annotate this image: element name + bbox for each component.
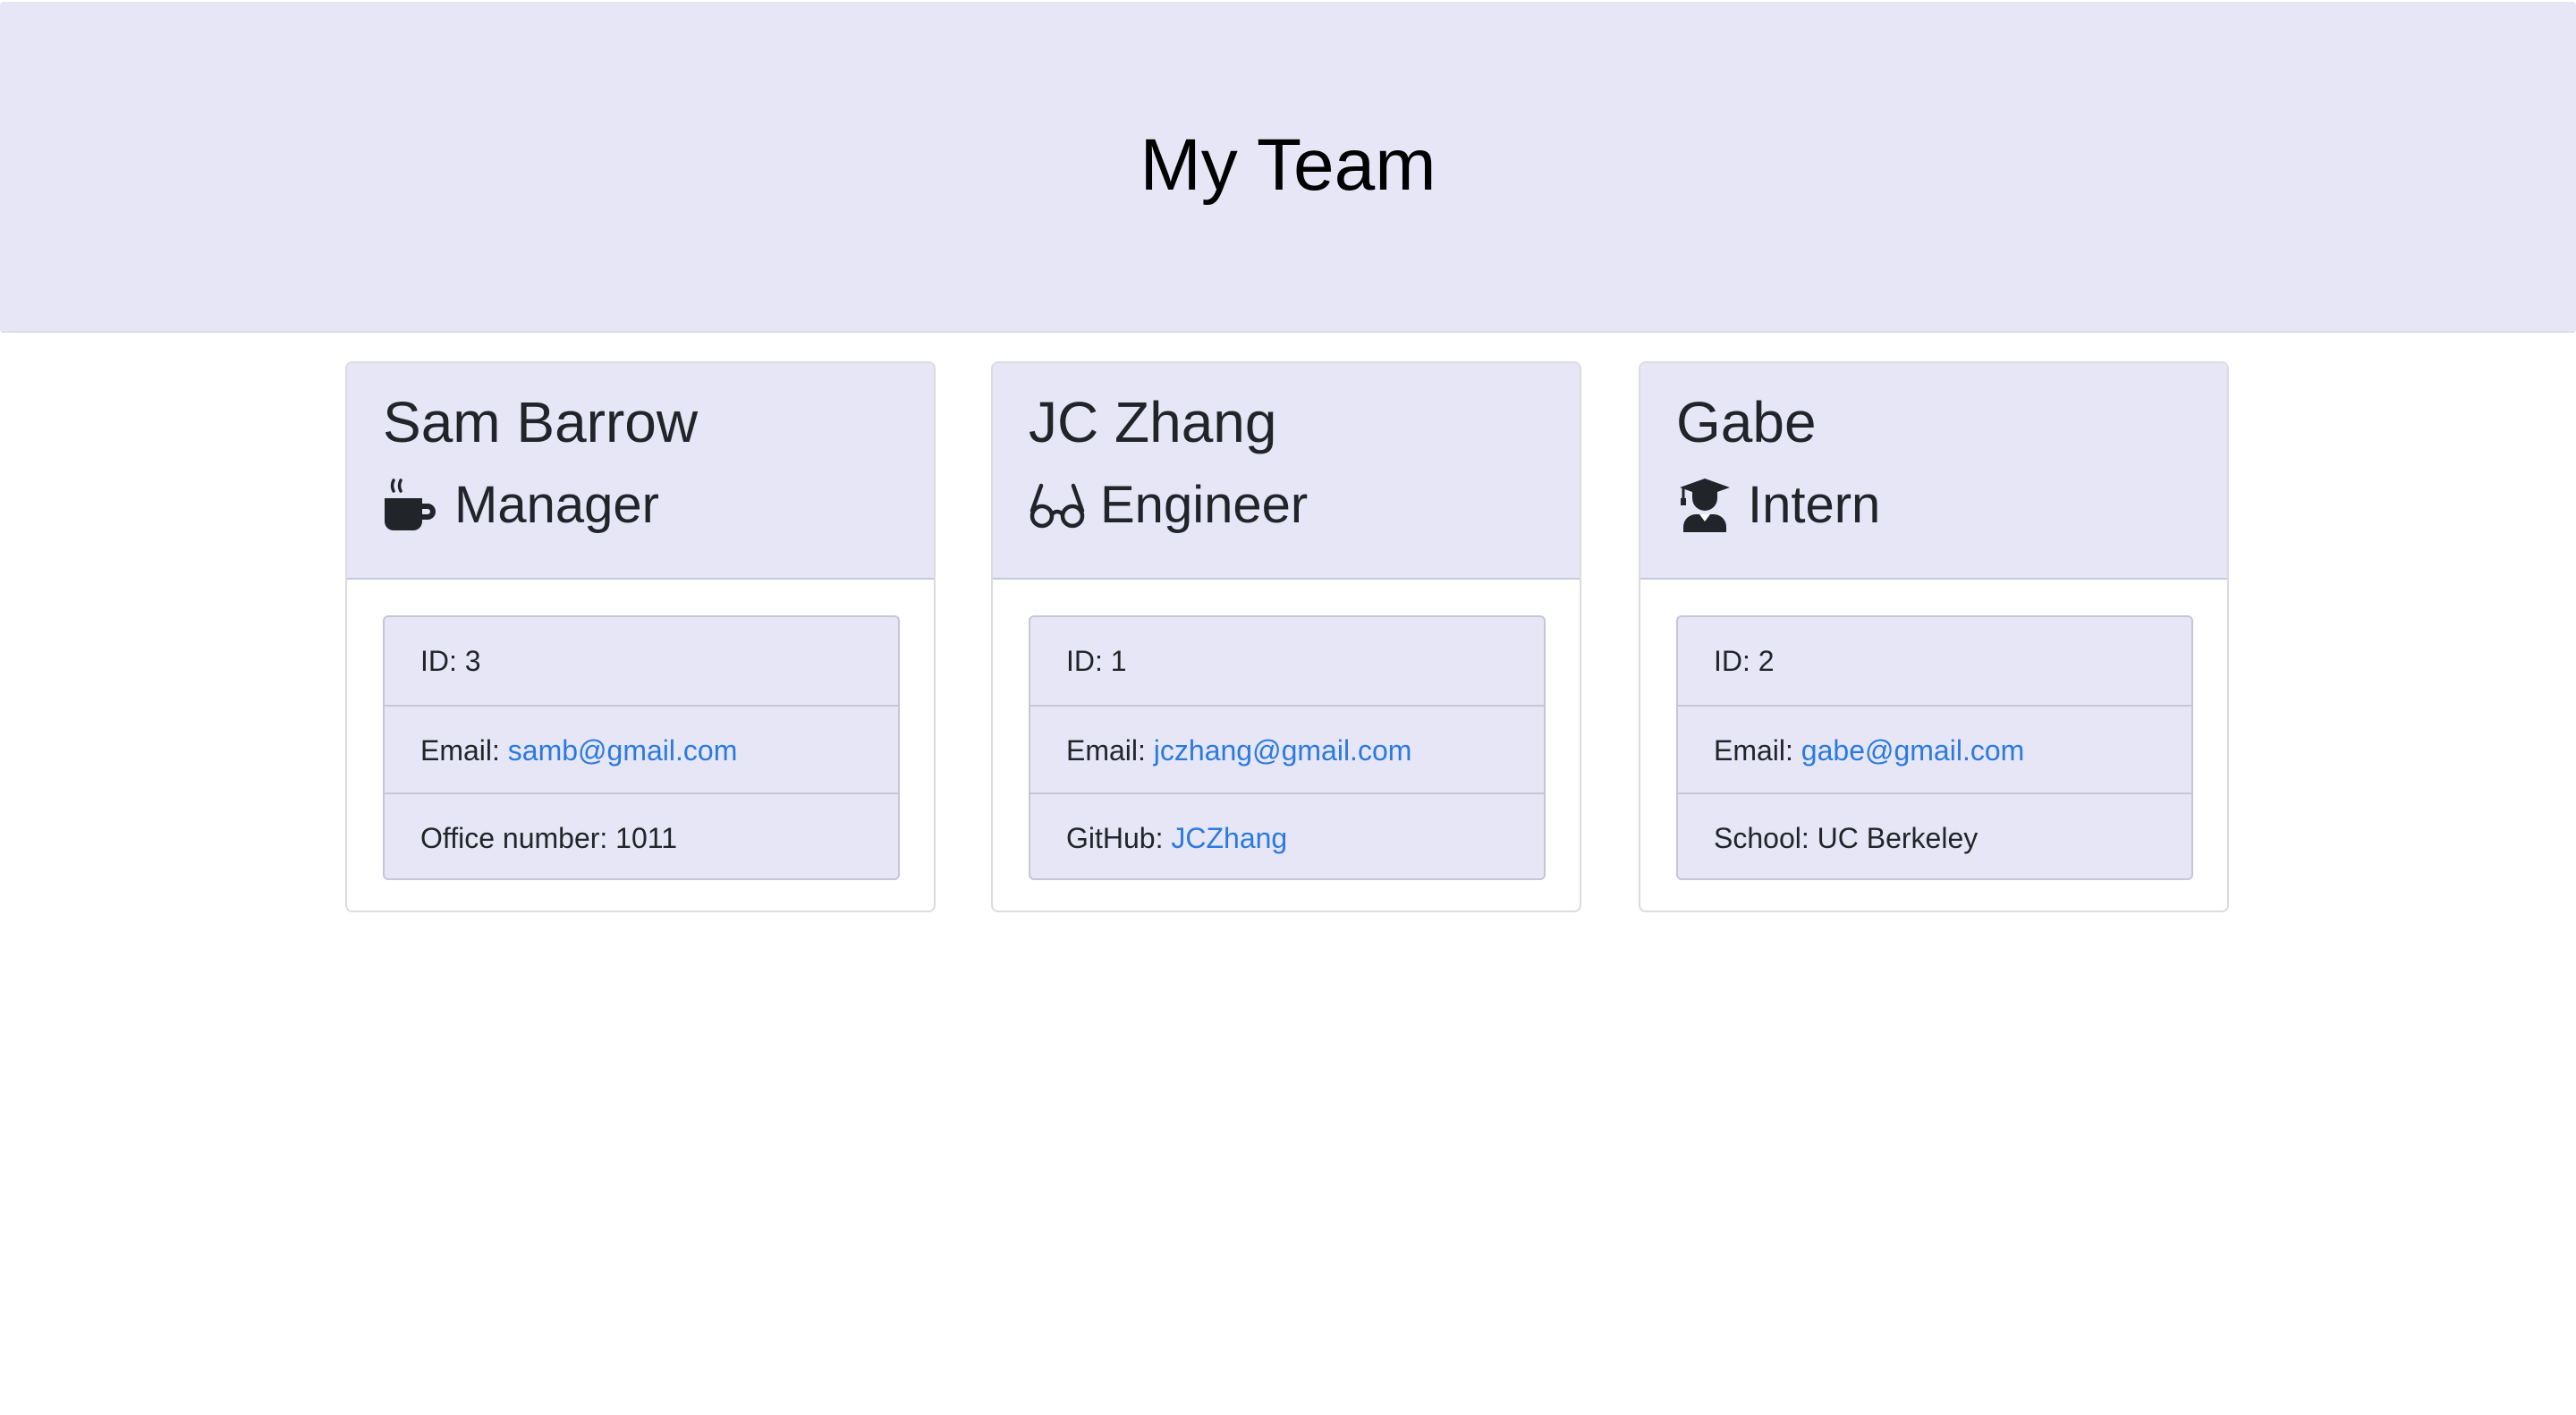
employee-name: Sam Barrow bbox=[383, 390, 699, 454]
coffee-mug-icon bbox=[383, 477, 440, 534]
role-label: Intern bbox=[1748, 476, 1881, 534]
employee-card-manager: Sam Barrow Manager ID: 3 Email: samb@gma… bbox=[345, 361, 936, 912]
list-item-email: Email: gabe@gmail.com bbox=[1678, 705, 2191, 792]
email-link[interactable]: gabe@gmail.com bbox=[1801, 734, 2024, 767]
id-label: ID: bbox=[1066, 645, 1103, 677]
school-label: School: bbox=[1714, 822, 1809, 854]
employee-role: Engineer bbox=[1029, 472, 1308, 538]
role-label: Manager bbox=[454, 476, 659, 534]
employee-name: JC Zhang bbox=[1029, 390, 1277, 454]
header-banner: My Team bbox=[0, 2, 2576, 333]
info-list: ID: 3 Email: samb@gmail.com Office numbe… bbox=[383, 615, 900, 880]
id-label: ID: bbox=[420, 645, 457, 677]
employee-name: Gabe bbox=[1676, 390, 1817, 454]
id-value: 1 bbox=[1110, 645, 1127, 677]
list-item-id: ID: 1 bbox=[1030, 617, 1544, 705]
id-value: 2 bbox=[1758, 645, 1775, 677]
glasses-icon bbox=[1029, 477, 1086, 534]
email-link[interactable]: samb@gmail.com bbox=[508, 734, 738, 767]
github-label: GitHub: bbox=[1066, 822, 1164, 854]
list-item-github: GitHub: JCZhang bbox=[1030, 792, 1544, 878]
list-item-school: School: UC Berkeley bbox=[1678, 792, 2191, 878]
email-label: Email: bbox=[1066, 734, 1146, 767]
employee-role: Manager bbox=[383, 472, 659, 538]
list-item-office: Office number: 1011 bbox=[385, 792, 898, 878]
list-item-email: Email: jczhang@gmail.com bbox=[1030, 705, 1544, 792]
role-label: Engineer bbox=[1100, 476, 1309, 534]
list-item-id: ID: 2 bbox=[1678, 617, 2191, 705]
email-link[interactable]: jczhang@gmail.com bbox=[1154, 734, 1412, 767]
card-header: JC Zhang Engineer bbox=[993, 363, 1580, 580]
id-label: ID: bbox=[1714, 645, 1750, 677]
employee-card-intern: Gabe Intern ID: 2 Email: gabe@gmail.com bbox=[1639, 361, 2229, 912]
employee-role: Intern bbox=[1676, 472, 1880, 538]
email-label: Email: bbox=[420, 734, 500, 767]
list-item-email: Email: samb@gmail.com bbox=[385, 705, 898, 792]
graduate-icon bbox=[1676, 477, 1733, 534]
page-title: My Team bbox=[1140, 124, 1436, 206]
info-list: ID: 1 Email: jczhang@gmail.com GitHub: J… bbox=[1029, 615, 1546, 880]
github-link[interactable]: JCZhang bbox=[1171, 822, 1287, 854]
list-item-id: ID: 3 bbox=[385, 617, 898, 705]
employee-card-engineer: JC Zhang Engineer ID: 1 Email: jczhang@g… bbox=[991, 361, 1581, 912]
info-list: ID: 2 Email: gabe@gmail.com School: UC B… bbox=[1676, 615, 2193, 880]
id-value: 3 bbox=[464, 645, 481, 677]
card-header: Gabe Intern bbox=[1640, 363, 2227, 580]
office-label: Office number: bbox=[420, 822, 608, 854]
card-header: Sam Barrow Manager bbox=[347, 363, 934, 580]
email-label: Email: bbox=[1714, 734, 1793, 767]
school-value: UC Berkeley bbox=[1817, 822, 1979, 854]
office-value: 1011 bbox=[615, 822, 677, 854]
